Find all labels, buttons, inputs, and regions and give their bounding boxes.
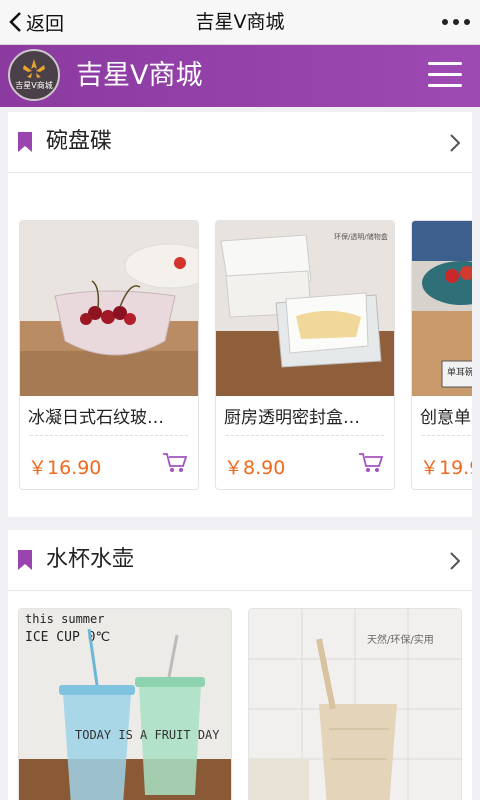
divider <box>226 435 384 436</box>
product-card[interactable]: 天然/环保/实用 <box>248 608 462 800</box>
product-name: 创意单 <box>420 408 471 428</box>
cart-icon[interactable] <box>358 452 384 474</box>
page-title: 吉星V商城 <box>195 11 285 33</box>
logo-text: 吉星V商城 <box>15 81 53 90</box>
section-header[interactable]: 碗盘碟 <box>8 112 472 173</box>
chevron-right-icon <box>450 552 460 570</box>
shop-logo[interactable]: 吉星V商城 <box>8 49 60 101</box>
category-section-bowls: 碗盘碟 冰凝日式石纹玻… ￥16.90 环保/透明/储物盒 厨房透明密封盒… ￥… <box>8 112 472 517</box>
hamburger-menu-button[interactable] <box>428 62 462 90</box>
section-header[interactable]: 水杯水壶 <box>8 530 472 591</box>
divider <box>30 435 188 436</box>
product-image: this summer ICE CUP 0℃ TODAY IS A FRUIT … <box>19 609 231 800</box>
menu-bar-icon <box>428 84 462 87</box>
product-image: 环保/透明/储物盒 <box>216 221 394 396</box>
more-menu-button[interactable] <box>442 0 470 44</box>
category-section-cups: 水杯水壶 this summer ICE CUP 0℃ TODAY IS A F… <box>8 530 472 800</box>
product-carousel[interactable]: this summer ICE CUP 0℃ TODAY IS A FRUIT … <box>8 600 472 800</box>
product-card[interactable]: 单耳碗 创意单 ￥19.9 <box>411 220 472 490</box>
svg-text:TODAY IS A FRUIT DAY: TODAY IS A FRUIT DAY <box>75 728 220 742</box>
product-image: 单耳碗 <box>412 221 472 396</box>
top-nav-bar: 返回 吉星V商城 <box>0 0 480 45</box>
section-title: 碗盘碟 <box>46 129 113 154</box>
shop-brand-title: 吉星V商城 <box>76 60 203 91</box>
dot-icon <box>453 19 459 25</box>
product-carousel[interactable]: 冰凝日式石纹玻… ￥16.90 环保/透明/储物盒 厨房透明密封盒… ￥8.90 <box>8 210 472 510</box>
section-title: 水杯水壶 <box>46 547 135 572</box>
product-name: 厨房透明密封盒… <box>224 408 360 428</box>
bookmark-icon <box>18 132 32 152</box>
product-price: ￥16.90 <box>28 457 102 479</box>
shop-header: 吉星V商城 吉星V商城 <box>0 45 480 107</box>
svg-text:单耳碗: 单耳碗 <box>447 366 472 378</box>
menu-bar-icon <box>428 73 462 76</box>
menu-bar-icon <box>428 62 462 65</box>
product-image <box>20 221 198 396</box>
dot-icon <box>464 19 470 25</box>
svg-text:ICE CUP 0℃: ICE CUP 0℃ <box>25 630 110 645</box>
svg-text:环保/透明/储物盒: 环保/透明/储物盒 <box>334 232 388 241</box>
chevron-right-icon <box>450 134 460 152</box>
dot-icon <box>442 19 448 25</box>
product-card[interactable]: this summer ICE CUP 0℃ TODAY IS A FRUIT … <box>18 608 232 800</box>
star-logo-icon <box>23 59 45 78</box>
svg-text:this summer: this summer <box>25 612 104 626</box>
bookmark-icon <box>18 550 32 570</box>
product-name: 冰凝日式石纹玻… <box>28 408 164 428</box>
divider <box>422 435 472 436</box>
product-image: 天然/环保/实用 <box>249 609 461 800</box>
cart-icon[interactable] <box>162 452 188 474</box>
svg-text:天然/环保/实用: 天然/环保/实用 <box>367 633 434 646</box>
product-price: ￥8.90 <box>224 457 286 479</box>
product-price: ￥19.9 <box>420 457 472 479</box>
product-card[interactable]: 冰凝日式石纹玻… ￥16.90 <box>19 220 199 490</box>
product-card[interactable]: 环保/透明/储物盒 厨房透明密封盒… ￥8.90 <box>215 220 395 490</box>
